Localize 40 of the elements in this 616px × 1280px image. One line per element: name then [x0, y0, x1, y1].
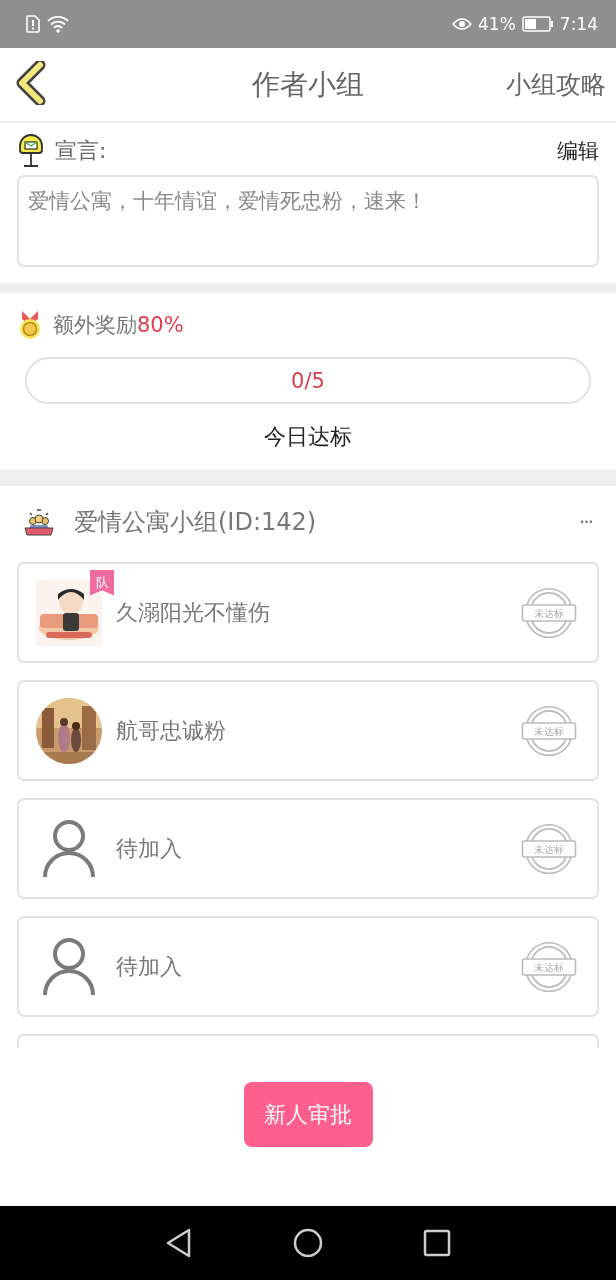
- home-nav-icon[interactable]: [293, 1228, 323, 1258]
- eye-icon: [452, 16, 472, 32]
- member-card[interactable]: 待加入 未达标: [17, 798, 599, 899]
- clock-time: 7:14: [559, 14, 598, 34]
- group-guide-link[interactable]: 小组攻略: [506, 68, 606, 101]
- recents-nav-icon[interactable]: [423, 1229, 451, 1257]
- not-qualified-stamp: 未达标: [521, 938, 577, 995]
- approve-button[interactable]: 新人审批: [243, 1082, 373, 1147]
- person-icon: [42, 818, 96, 879]
- wifi-icon: [46, 15, 70, 33]
- member-name: 待加入: [116, 952, 183, 981]
- progress-count: 0/5: [291, 368, 325, 393]
- member-name: 待加入: [116, 834, 183, 863]
- not-qualified-stamp: 未达标: [521, 702, 577, 759]
- declaration-label: 宣言:: [55, 137, 107, 165]
- group-title: 爱情公寓小组(ID:142): [74, 507, 318, 538]
- page-title: 作者小组: [252, 67, 364, 101]
- not-qualified-stamp: 未达标: [521, 820, 577, 877]
- more-button[interactable]: ···: [578, 510, 592, 534]
- team-icon: [24, 508, 54, 536]
- mailbox-icon: [17, 134, 45, 168]
- back-icon: [16, 61, 48, 105]
- daily-goal-label: 今日达标: [264, 424, 352, 449]
- declaration-text: 爱情公寓，十年情谊，爱情死忠粉，速来！: [17, 175, 599, 267]
- bonus-label: 额外奖励80%: [53, 312, 184, 339]
- member-card[interactable]: 待加入 未达标: [17, 916, 599, 1017]
- member-name: 久溺阳光不懂伤: [116, 598, 271, 627]
- member-card[interactable]: 航哥忠诚粉 未达标: [17, 680, 599, 781]
- medal-icon: [17, 309, 43, 341]
- back-nav-icon[interactable]: [165, 1228, 193, 1258]
- back-button[interactable]: [16, 61, 48, 108]
- edit-link[interactable]: 编辑: [557, 137, 599, 165]
- battery-icon: [521, 16, 554, 32]
- member-card[interactable]: 队 久溺阳光不懂伤 未达标: [17, 562, 599, 663]
- member-name: 航哥忠诚粉: [116, 716, 227, 745]
- leader-badge: 队: [90, 569, 114, 596]
- person-icon: [42, 936, 96, 997]
- battery-percent: 41%: [478, 14, 516, 34]
- sim-alert-icon: [26, 15, 40, 33]
- not-qualified-stamp: 未达标: [521, 584, 577, 641]
